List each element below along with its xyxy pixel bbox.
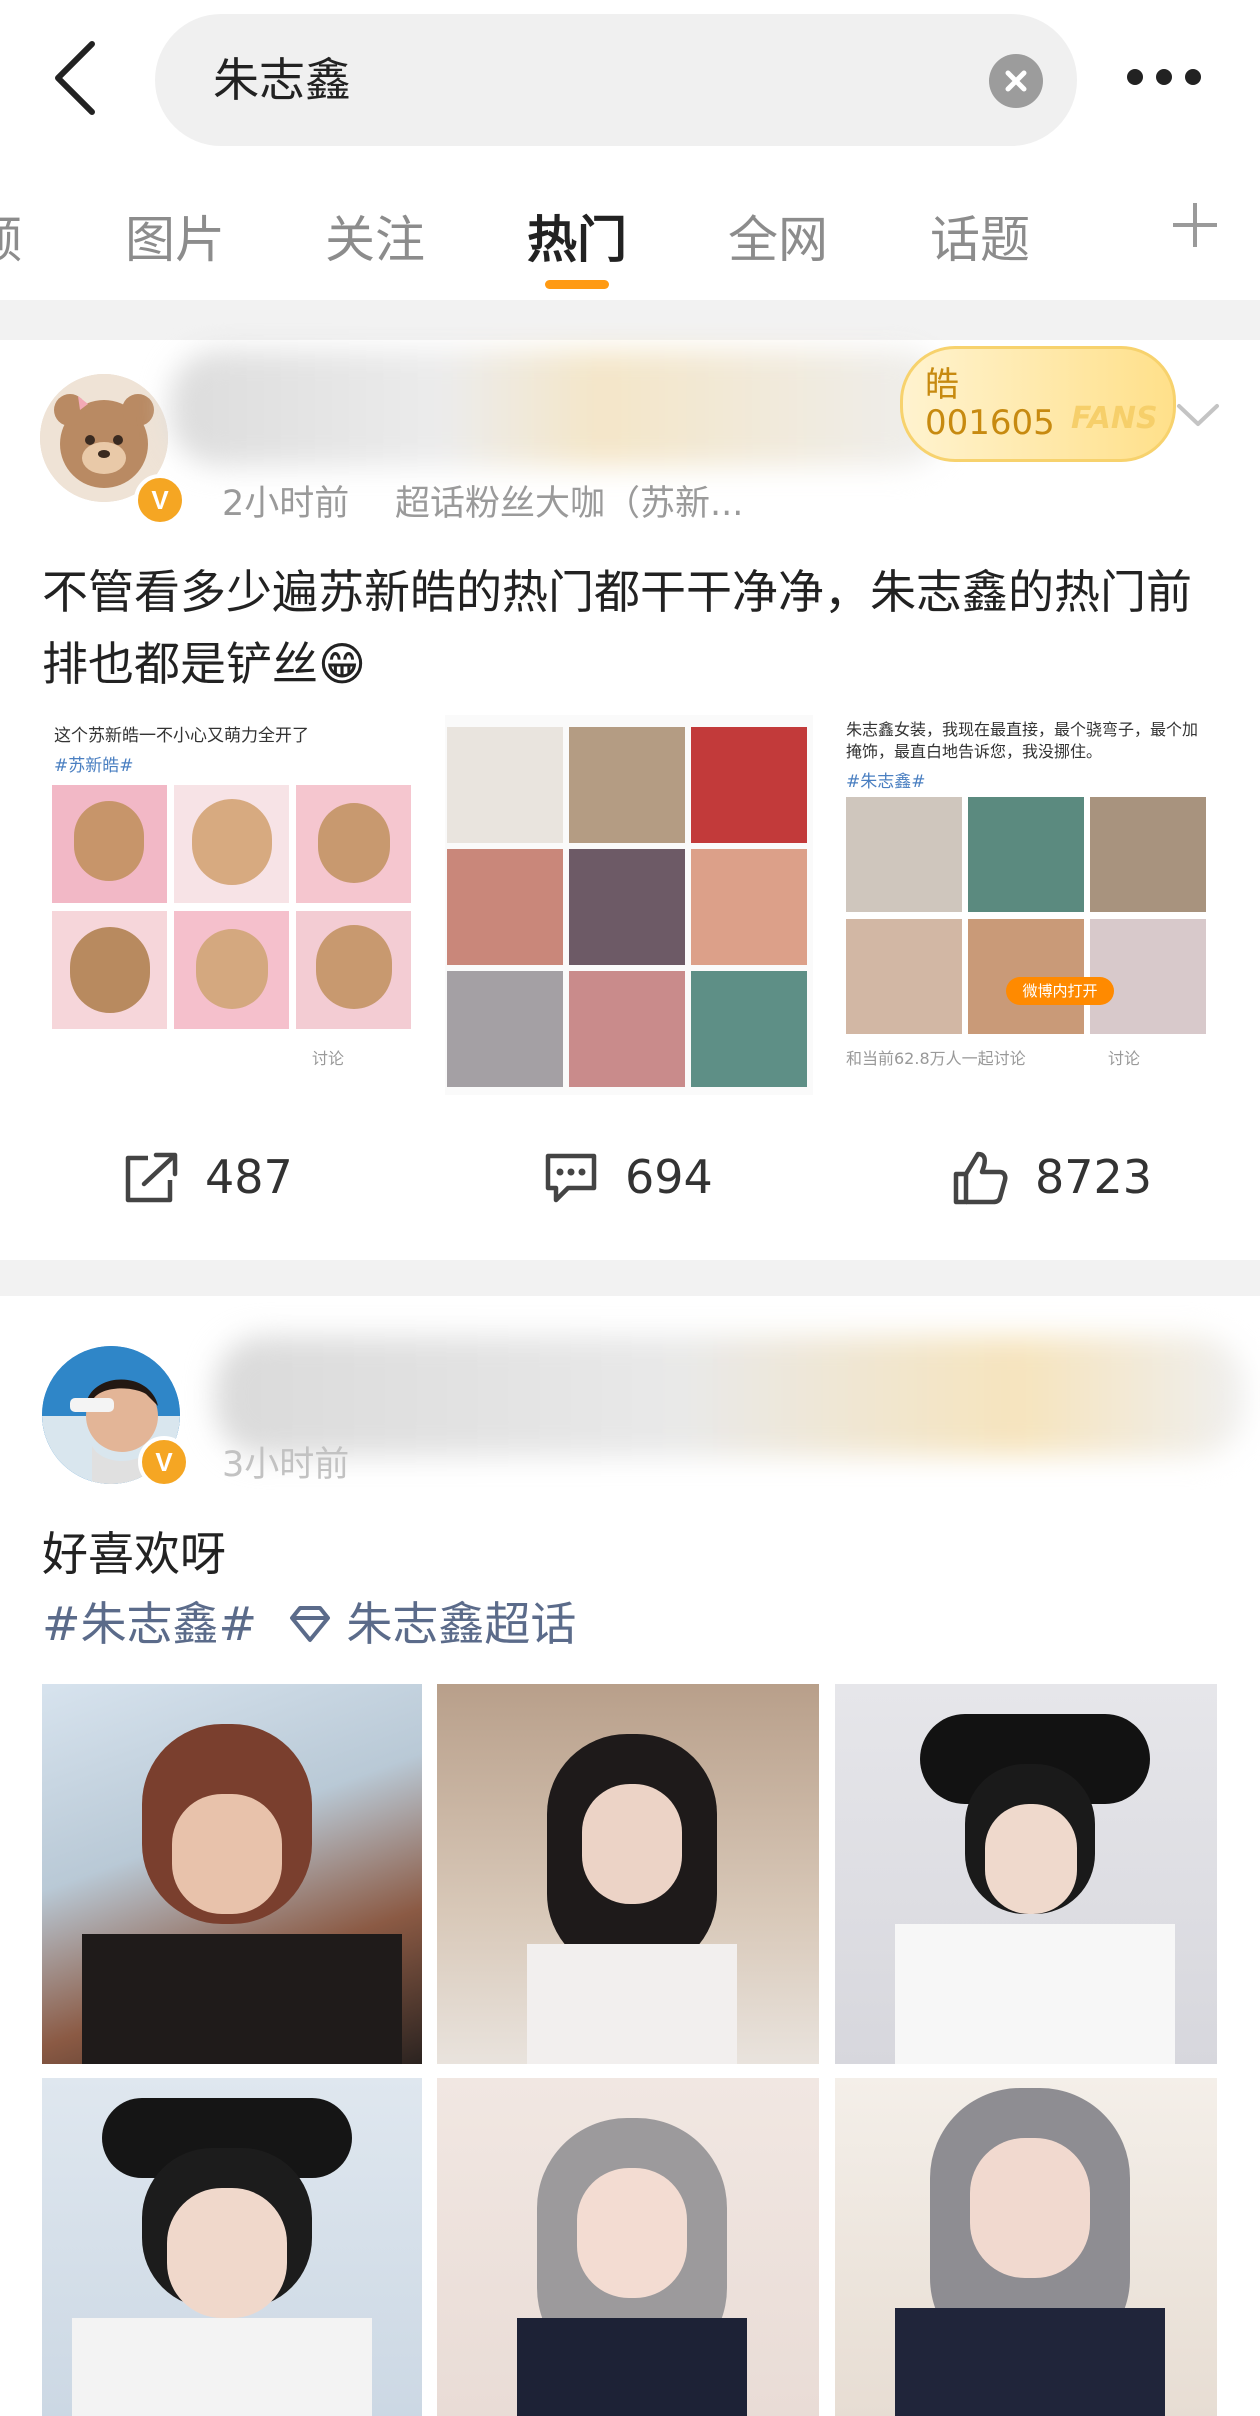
tab-hot[interactable]: 热门: [527, 200, 627, 272]
username-blurred[interactable]: [170, 350, 950, 466]
like-count[interactable]: 8723: [1035, 1150, 1152, 1204]
screenshot-caption: 这个苏新皓一不小心又萌力全开了: [54, 726, 309, 746]
open-in-app-pill[interactable]: 微博内打开: [1006, 977, 1114, 1005]
post-image[interactable]: [437, 2078, 819, 2416]
screenshot-footer: 讨论: [1108, 1049, 1141, 1068]
tab-following[interactable]: 关注: [325, 200, 425, 272]
fan-badge-number: 001605: [925, 403, 1055, 443]
comment-count[interactable]: 694: [625, 1150, 713, 1204]
comment-icon[interactable]: [540, 1150, 602, 1203]
share-icon[interactable]: [122, 1150, 182, 1203]
post-time: 3小时前: [222, 1445, 350, 1485]
clear-search-icon[interactable]: [989, 54, 1043, 108]
back-arrow-icon[interactable]: [48, 38, 108, 118]
post-text: 好喜欢呀: [42, 1527, 226, 1581]
post-image[interactable]: [445, 715, 813, 1095]
post-actions: 487 694 8723: [0, 1150, 1260, 1210]
screenshot-footer: 讨论: [312, 1049, 345, 1068]
search-tabs: 频 图片 关注 热门 全网 话题: [0, 150, 1260, 300]
username-blurred[interactable]: [215, 1336, 1245, 1456]
post-image[interactable]: [835, 2078, 1217, 2416]
fan-badge-label: FANS: [1071, 401, 1158, 436]
chevron-down-icon[interactable]: [1175, 400, 1221, 430]
more-options-icon[interactable]: [1125, 62, 1203, 92]
post-image[interactable]: [437, 1684, 819, 2064]
tab-topics[interactable]: 话题: [930, 200, 1030, 272]
search-query[interactable]: 朱志鑫: [213, 14, 351, 146]
active-tab-indicator: [545, 280, 609, 289]
supertopic-link[interactable]: 朱志鑫超话: [346, 1597, 576, 1651]
post-text: 不管看多少遍苏新皓的热门都干干净净，朱志鑫的热门前排也都是铲丝😁: [42, 565, 1192, 691]
post-image[interactable]: 朱志鑫女装，我现在最直接，最个骁弯子，最个加掩饰，最直白地告诉您，我没挪住。 #…: [838, 715, 1218, 1095]
screenshot-hashtag: #朱志鑫#: [846, 772, 926, 792]
section-divider: [0, 300, 1260, 340]
tab-video[interactable]: 频: [0, 200, 22, 272]
post-image[interactable]: 这个苏新皓一不小心又萌力全开了 #苏新皓# 讨论: [42, 715, 422, 1095]
screenshot-caption: 朱志鑫女装，我现在最直接，最个骁弯子，最个加掩饰，最直白地告诉您，我没挪住。: [846, 720, 1199, 761]
fan-badge-name: 皓: [925, 365, 959, 405]
section-divider: [0, 1260, 1260, 1296]
post-time: 2小时前: [222, 484, 350, 524]
search-field[interactable]: 朱志鑫: [155, 14, 1077, 146]
post-image[interactable]: [42, 2078, 422, 2416]
supertopic-diamond-icon: [288, 1592, 332, 1642]
hashtag-link[interactable]: #朱志鑫#: [42, 1597, 257, 1651]
post-card[interactable]: V 3小时前 好喜欢呀 #朱志鑫# 朱志鑫超话: [0, 1296, 1260, 2416]
tab-all-web[interactable]: 全网: [728, 200, 828, 272]
post-source-tag[interactable]: 超话粉丝大咖（苏新...: [395, 475, 743, 526]
fan-badge: 皓 001605 FANS: [900, 346, 1176, 462]
post-card[interactable]: V 皓 001605 FANS 2小时前 超话粉丝大咖（苏新... 不管看多少遍…: [0, 340, 1260, 1260]
post-image[interactable]: [835, 1684, 1217, 2064]
tab-images[interactable]: 图片: [125, 200, 225, 272]
share-count[interactable]: 487: [205, 1150, 293, 1204]
top-bar: 朱志鑫: [0, 0, 1260, 150]
screenshot-footer-count: 和当前62.8万人一起讨论: [846, 1049, 1026, 1068]
screenshot-hashtag: #苏新皓#: [54, 756, 134, 776]
verified-badge-icon: V: [138, 1436, 190, 1488]
like-icon[interactable]: [950, 1150, 1010, 1205]
post-topics: #朱志鑫# 朱志鑫超话: [42, 1588, 576, 1660]
verified-badge-icon: V: [134, 474, 186, 526]
post-image[interactable]: [42, 1684, 422, 2064]
add-tab-icon[interactable]: [1170, 200, 1220, 250]
